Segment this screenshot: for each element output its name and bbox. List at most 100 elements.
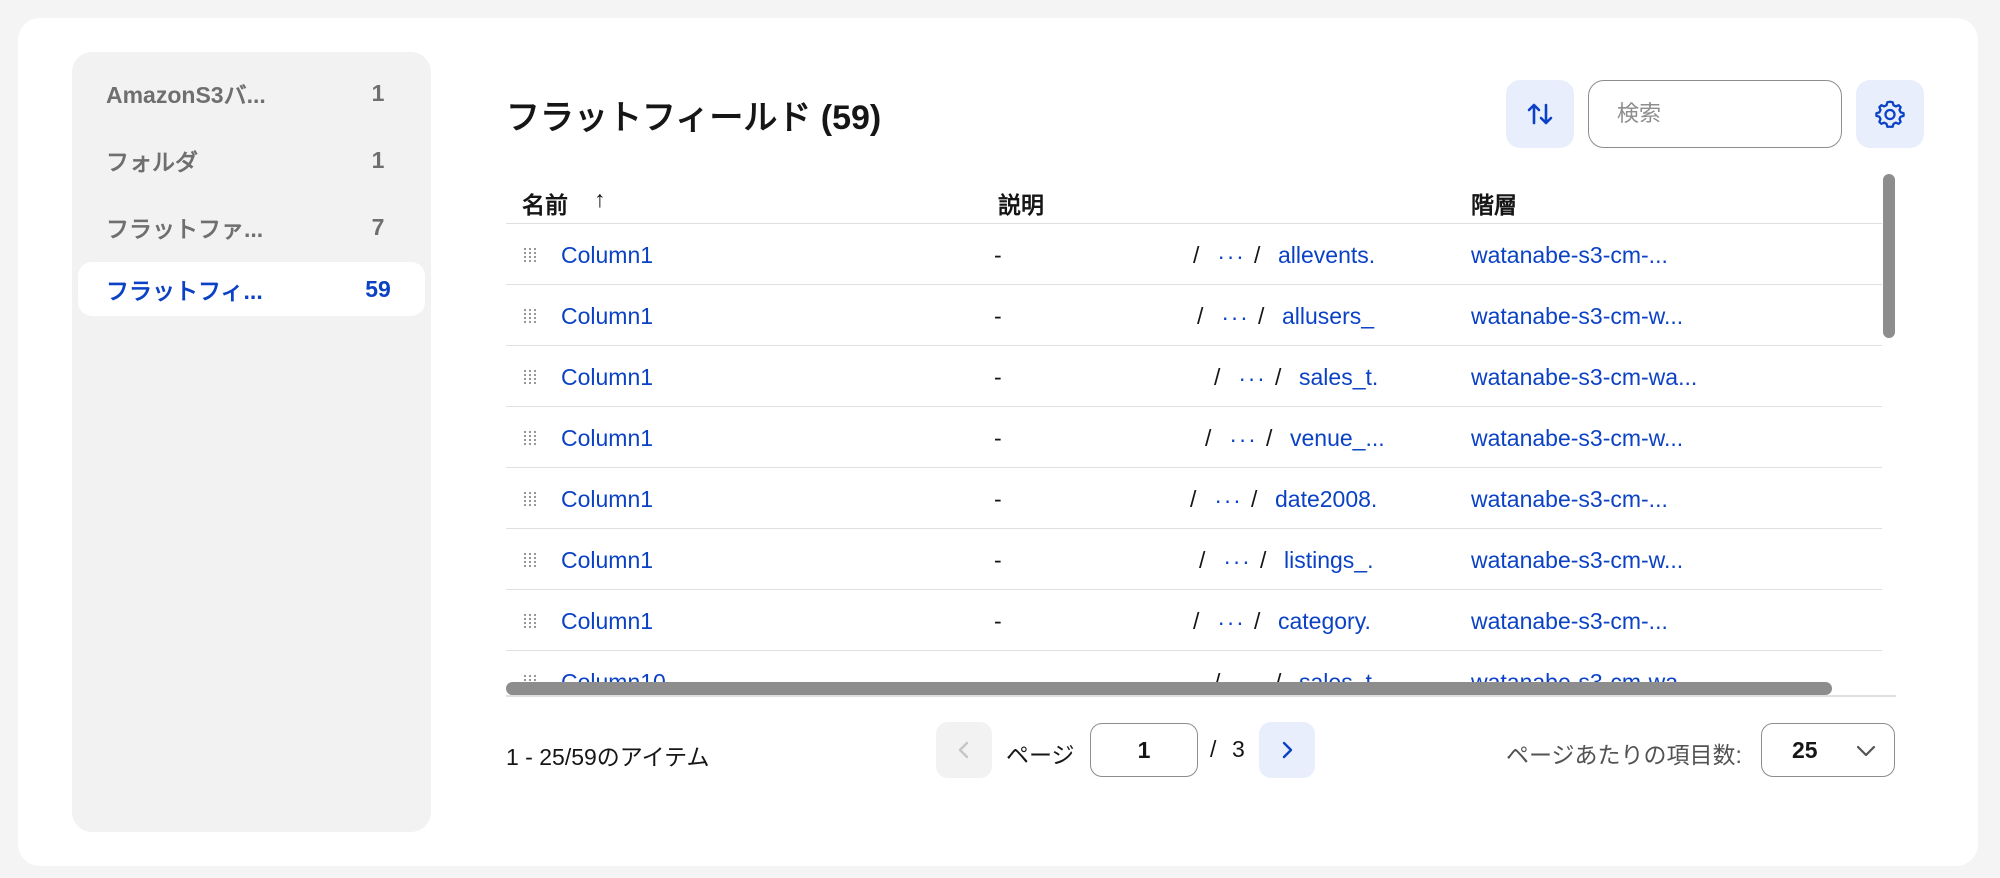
- chevron-left-icon: [958, 741, 969, 759]
- hierarchy-leaf-link[interactable]: date2008.: [1275, 486, 1377, 513]
- chevron-down-icon: [1856, 745, 1876, 757]
- sidebar-item-folder[interactable]: フォルダ 1: [78, 133, 425, 187]
- path-separator: /: [1193, 608, 1200, 634]
- field-name-link[interactable]: Column1: [561, 425, 653, 452]
- column-header-hierarchy[interactable]: 階層: [1471, 186, 1517, 220]
- sidebar-item-count: 1: [371, 79, 385, 106]
- sidebar-item-flat-field[interactable]: フラットフィ... 59: [78, 262, 425, 316]
- path-separator: /: [1214, 364, 1221, 390]
- hierarchy-root-link[interactable]: watanabe-s3-cm-...: [1471, 486, 1668, 513]
- field-name-link[interactable]: Column1: [561, 242, 653, 269]
- hierarchy-leaf-link[interactable]: listings_.: [1284, 547, 1373, 574]
- gear-icon: [1875, 100, 1905, 128]
- divider: [506, 695, 1896, 697]
- path-separator: /: [1254, 608, 1261, 634]
- path-separator: /: [1199, 547, 1206, 573]
- table-row[interactable]: Column1 - watanabe-s3-cm-w... /... / listings…: [506, 529, 1882, 590]
- hierarchy-leaf-link[interactable]: allevents.: [1278, 242, 1375, 269]
- table-row[interactable]: Column1 - watanabe-s3-cm-... /... / allevents…: [506, 224, 1882, 285]
- drag-handle-icon[interactable]: [522, 247, 538, 263]
- hierarchy-root-link[interactable]: watanabe-s3-cm-...: [1471, 242, 1668, 269]
- page-label: ページ: [1006, 742, 1075, 768]
- hierarchy-leaf-link[interactable]: category.: [1278, 608, 1371, 635]
- items-per-page-value: 25: [1792, 737, 1818, 763]
- path-separator: /: [1266, 425, 1273, 451]
- next-page-button[interactable]: [1259, 722, 1315, 778]
- page-number-input[interactable]: [1090, 723, 1198, 777]
- table-row[interactable]: Column1 - watanabe-s3-cm-w... /... / allusers…: [506, 285, 1882, 346]
- data-table: 名前 ↑ 説明 階層 Column1 - watanabe-s3-cm-... /..…: [506, 176, 1882, 692]
- drag-handle-icon[interactable]: [522, 613, 538, 629]
- search-input[interactable]: [1588, 80, 1842, 148]
- sort-arrows-icon: [1527, 103, 1553, 125]
- path-separator: /: [1193, 242, 1200, 268]
- hierarchy-root-link[interactable]: watanabe-s3-cm-w...: [1471, 547, 1683, 574]
- path-ellipsis-button[interactable]: ...: [1215, 482, 1243, 509]
- drag-handle-icon[interactable]: [522, 491, 538, 507]
- sidebar-item-amazons3[interactable]: AmazonS3バ... 1: [78, 66, 425, 120]
- settings-button[interactable]: [1856, 80, 1924, 148]
- hierarchy-leaf-link[interactable]: allusers_: [1282, 303, 1374, 330]
- hierarchy-root-link[interactable]: watanabe-s3-cm-w...: [1471, 303, 1683, 330]
- path-separator: /: [1190, 486, 1197, 512]
- vertical-scrollbar[interactable]: [1883, 174, 1895, 338]
- table-row[interactable]: Column1 - watanabe-s3-cm-... /... / date2008.: [506, 468, 1882, 529]
- field-name-link[interactable]: Column1: [561, 486, 653, 513]
- path-ellipsis-button[interactable]: ...: [1230, 421, 1258, 448]
- sidebar-item-count: 7: [371, 213, 385, 240]
- hierarchy-root-link[interactable]: watanabe-s3-cm-w...: [1471, 425, 1683, 452]
- sidebar-item-count: 1: [371, 146, 385, 173]
- field-description: -: [994, 486, 1002, 512]
- table-row[interactable]: Column1 - watanabe-s3-cm-... /... / category.: [506, 590, 1882, 651]
- hierarchy-leaf-link[interactable]: venue_...: [1290, 425, 1385, 452]
- items-range-text: 1 - 25/59のアイテム: [506, 744, 710, 770]
- total-pages: 3: [1232, 736, 1245, 762]
- path-ellipsis-button[interactable]: ...: [1224, 543, 1252, 570]
- column-header-name[interactable]: 名前: [522, 186, 568, 220]
- path-ellipsis-button[interactable]: ...: [1218, 604, 1246, 631]
- sort-ascending-icon[interactable]: ↑: [594, 186, 606, 213]
- page-separator: /: [1210, 736, 1217, 762]
- field-name-link[interactable]: Column1: [561, 303, 653, 330]
- field-description: -: [994, 303, 1002, 329]
- table-row[interactable]: Column1 - watanabe-s3-cm-w... /... / venue_..…: [506, 407, 1882, 468]
- path-separator: /: [1275, 364, 1282, 390]
- field-description: -: [994, 242, 1002, 268]
- path-separator: /: [1197, 303, 1204, 329]
- sort-button[interactable]: [1506, 80, 1574, 148]
- chevron-right-icon: [1282, 741, 1293, 759]
- drag-handle-icon[interactable]: [522, 552, 538, 568]
- path-ellipsis-button[interactable]: ...: [1222, 299, 1250, 326]
- field-name-link[interactable]: Column1: [561, 608, 653, 635]
- sidebar: AmazonS3バ... 1 フォルダ 1 フラットファ... 7 フラットフィ…: [72, 52, 431, 832]
- column-header-description[interactable]: 説明: [998, 186, 1044, 220]
- field-description: -: [994, 425, 1002, 451]
- hierarchy-leaf-link[interactable]: sales_t.: [1299, 364, 1378, 391]
- path-separator: /: [1205, 425, 1212, 451]
- field-name-link[interactable]: Column1: [561, 547, 653, 574]
- horizontal-scrollbar[interactable]: [506, 682, 1832, 695]
- path-ellipsis-button[interactable]: ...: [1218, 238, 1246, 265]
- field-description: -: [994, 547, 1002, 573]
- path-ellipsis-button[interactable]: ...: [1239, 360, 1267, 387]
- sidebar-item-count: 59: [365, 275, 391, 302]
- field-description: -: [994, 608, 1002, 634]
- drag-handle-icon[interactable]: [522, 308, 538, 324]
- drag-handle-icon[interactable]: [522, 430, 538, 446]
- sidebar-item-label: フラットフィ...: [106, 278, 263, 304]
- items-per-page-select[interactable]: 25: [1761, 723, 1895, 777]
- path-separator: /: [1258, 303, 1265, 329]
- sidebar-item-label: フォルダ: [106, 149, 198, 175]
- sidebar-item-flat-file[interactable]: フラットファ... 7: [78, 200, 425, 254]
- field-description: -: [994, 364, 1002, 390]
- hierarchy-root-link[interactable]: watanabe-s3-cm-wa...: [1471, 364, 1697, 391]
- previous-page-button[interactable]: [936, 722, 992, 778]
- path-separator: /: [1254, 242, 1261, 268]
- field-name-link[interactable]: Column1: [561, 364, 653, 391]
- hierarchy-root-link[interactable]: watanabe-s3-cm-...: [1471, 608, 1668, 635]
- drag-handle-icon[interactable]: [522, 369, 538, 385]
- items-per-page-label: ページあたりの項目数:: [1506, 742, 1742, 768]
- path-separator: /: [1260, 547, 1267, 573]
- table-header: 名前 ↑ 説明 階層: [506, 176, 1882, 224]
- table-row[interactable]: Column1 - watanabe-s3-cm-wa... /... / sales_t…: [506, 346, 1882, 407]
